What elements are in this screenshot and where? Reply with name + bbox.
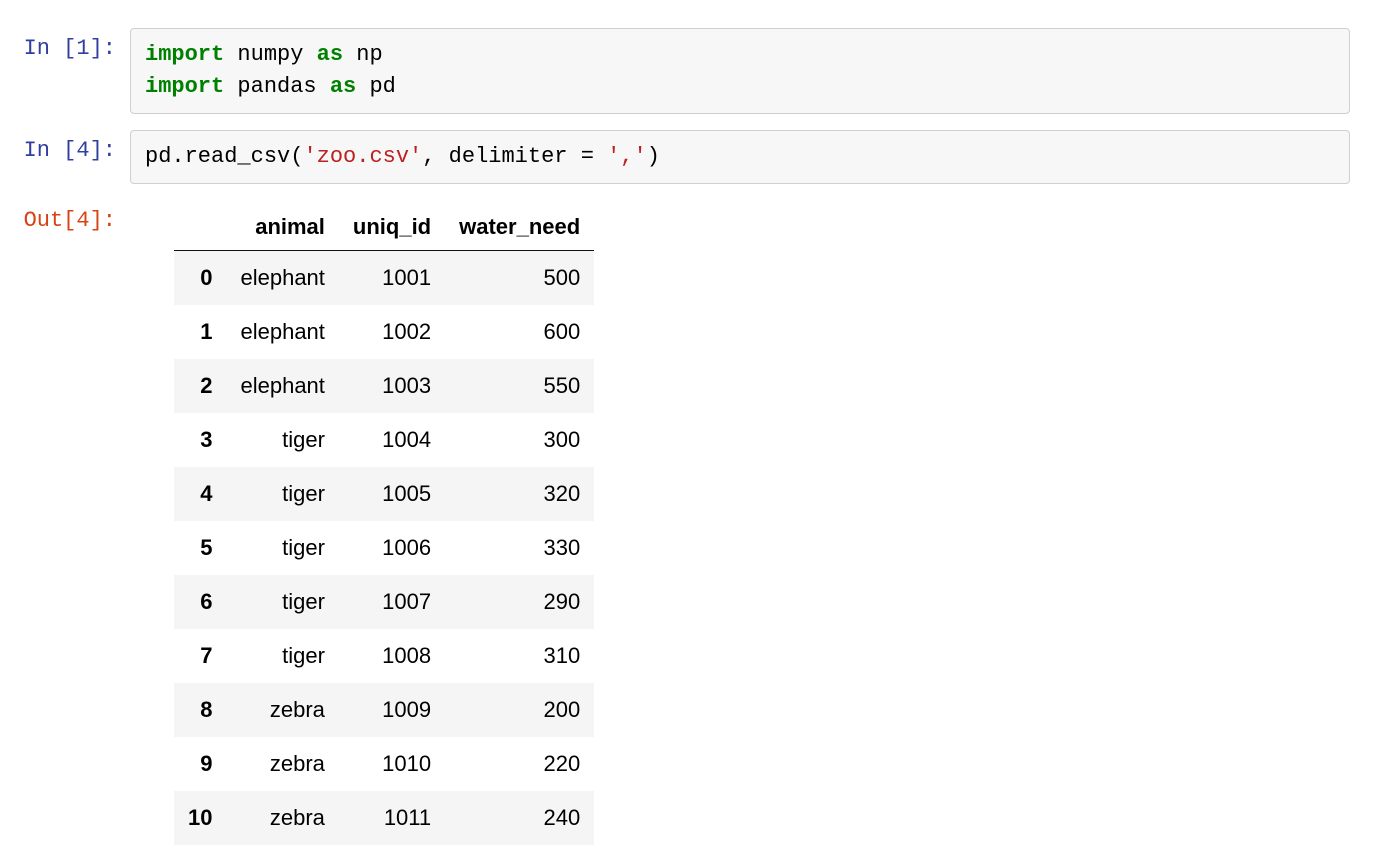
cell-value: 600 xyxy=(445,305,594,359)
cell-value: 1010 xyxy=(339,737,445,791)
cell-value: 310 xyxy=(445,629,594,683)
row-index: 3 xyxy=(174,413,226,467)
output-cell: Out[4]: animal uniq_id water_need 0eleph… xyxy=(0,200,1374,845)
row-index: 9 xyxy=(174,737,226,791)
cell-value: 1005 xyxy=(339,467,445,521)
prompt-number: 4 xyxy=(76,208,89,233)
code-keyword: as xyxy=(330,74,356,99)
code-input-area[interactable]: pd.read_csv('zoo.csv', delimiter = ',') xyxy=(130,130,1350,184)
code-editor[interactable]: import numpy as np import pandas as pd xyxy=(130,28,1350,114)
cell-value: 1002 xyxy=(339,305,445,359)
cell-value: 1001 xyxy=(339,250,445,305)
code-editor[interactable]: pd.read_csv('zoo.csv', delimiter = ',') xyxy=(130,130,1350,184)
prompt-suffix: ]: xyxy=(90,36,116,61)
cell-value: 240 xyxy=(445,791,594,845)
table-row: 0elephant1001500 xyxy=(174,250,594,305)
code-input-area[interactable]: import numpy as np import pandas as pd xyxy=(130,28,1350,114)
code-cell: In [1]: import numpy as np import pandas… xyxy=(0,28,1374,114)
cell-value: zebra xyxy=(226,737,338,791)
code-string: 'zoo.csv' xyxy=(303,144,422,169)
code-keyword: as xyxy=(317,42,343,67)
table-row: 8zebra1009200 xyxy=(174,683,594,737)
input-prompt: In [4]: xyxy=(0,130,130,184)
prompt-prefix: In [ xyxy=(24,36,77,61)
table-row: 5tiger1006330 xyxy=(174,521,594,575)
cell-value: 1009 xyxy=(339,683,445,737)
index-header xyxy=(174,204,226,251)
code-text: pandas xyxy=(224,74,330,99)
input-prompt: In [1]: xyxy=(0,28,130,114)
column-header: animal xyxy=(226,204,338,251)
row-index: 2 xyxy=(174,359,226,413)
cell-value: 1011 xyxy=(339,791,445,845)
cell-value: 290 xyxy=(445,575,594,629)
cell-value: elephant xyxy=(226,250,338,305)
row-index: 4 xyxy=(174,467,226,521)
cell-value: 300 xyxy=(445,413,594,467)
notebook-container: In [1]: import numpy as np import pandas… xyxy=(0,0,1374,845)
cell-value: 1008 xyxy=(339,629,445,683)
cell-value: zebra xyxy=(226,791,338,845)
cell-value: 200 xyxy=(445,683,594,737)
row-index: 5 xyxy=(174,521,226,575)
cell-value: tiger xyxy=(226,629,338,683)
column-header: water_need xyxy=(445,204,594,251)
table-row: 10zebra1011240 xyxy=(174,791,594,845)
column-header: uniq_id xyxy=(339,204,445,251)
prompt-number: 1 xyxy=(76,36,89,61)
table-header: animal uniq_id water_need xyxy=(174,204,594,251)
prompt-prefix: In [ xyxy=(24,138,77,163)
cell-value: 1007 xyxy=(339,575,445,629)
cell-value: tiger xyxy=(226,413,338,467)
cell-value: 550 xyxy=(445,359,594,413)
row-index: 10 xyxy=(174,791,226,845)
code-keyword: import xyxy=(145,74,224,99)
code-text: , delimiter = xyxy=(422,144,607,169)
cell-value: 1003 xyxy=(339,359,445,413)
row-index: 8 xyxy=(174,683,226,737)
table-row: 6tiger1007290 xyxy=(174,575,594,629)
prompt-suffix: ]: xyxy=(90,138,116,163)
prompt-number: 4 xyxy=(76,138,89,163)
row-index: 1 xyxy=(174,305,226,359)
cell-value: 330 xyxy=(445,521,594,575)
code-text: pd xyxy=(356,74,396,99)
cell-value: 320 xyxy=(445,467,594,521)
code-keyword: import xyxy=(145,42,224,67)
table-row: 9zebra1010220 xyxy=(174,737,594,791)
dataframe-table: animal uniq_id water_need 0elephant10015… xyxy=(174,204,594,845)
cell-value: tiger xyxy=(226,575,338,629)
code-text: numpy xyxy=(224,42,316,67)
table-row: 4tiger1005320 xyxy=(174,467,594,521)
table-row: 7tiger1008310 xyxy=(174,629,594,683)
code-text: pd.read_csv( xyxy=(145,144,303,169)
table-row: 3tiger1004300 xyxy=(174,413,594,467)
prompt-prefix: Out[ xyxy=(24,208,77,233)
cell-value: 1004 xyxy=(339,413,445,467)
output-area: animal uniq_id water_need 0elephant10015… xyxy=(130,200,1374,845)
cell-value: tiger xyxy=(226,467,338,521)
code-text: np xyxy=(343,42,383,67)
cell-value: zebra xyxy=(226,683,338,737)
row-index: 0 xyxy=(174,250,226,305)
table-row: 1elephant1002600 xyxy=(174,305,594,359)
table-row: 2elephant1003550 xyxy=(174,359,594,413)
cell-value: elephant xyxy=(226,305,338,359)
output-prompt: Out[4]: xyxy=(0,200,130,845)
cell-value: tiger xyxy=(226,521,338,575)
table-body: 0elephant10015001elephant10026002elephan… xyxy=(174,250,594,845)
cell-value: 1006 xyxy=(339,521,445,575)
cell-value: 500 xyxy=(445,250,594,305)
cell-value: elephant xyxy=(226,359,338,413)
code-string: ',' xyxy=(607,144,647,169)
cell-value: 220 xyxy=(445,737,594,791)
row-index: 7 xyxy=(174,629,226,683)
code-cell: In [4]: pd.read_csv('zoo.csv', delimiter… xyxy=(0,130,1374,184)
code-text: ) xyxy=(647,144,660,169)
row-index: 6 xyxy=(174,575,226,629)
prompt-suffix: ]: xyxy=(90,208,116,233)
